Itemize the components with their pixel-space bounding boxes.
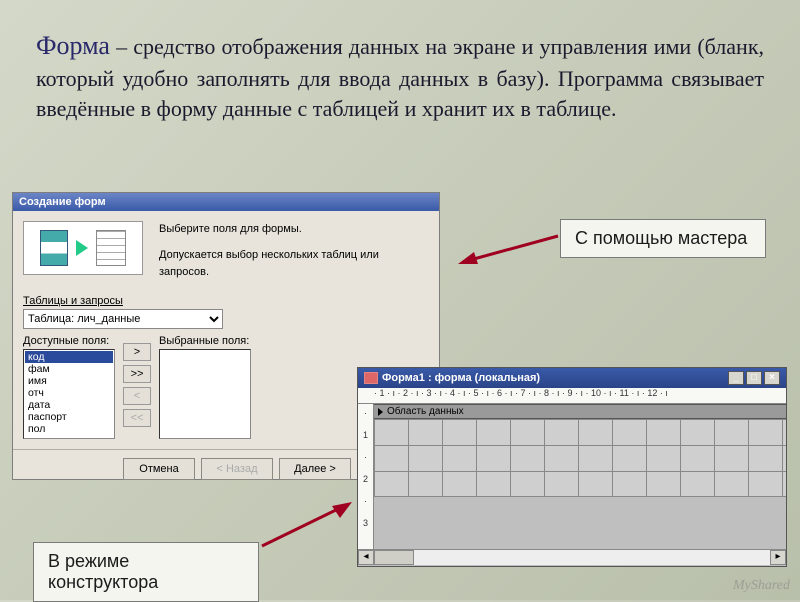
designer-title: Форма1 : форма (локальная) [382,372,540,384]
wizard-illustration [23,221,143,275]
ruler-tick: · [364,496,367,506]
section-header-label: Область данных [387,406,464,417]
form-icon [364,372,378,384]
cancel-button[interactable]: Отмена [123,458,195,480]
ruler-tick: · [364,408,367,418]
tables-queries-select[interactable]: Таблица: лич_данные [23,309,223,329]
scroll-right-button[interactable]: ▸ [770,550,786,565]
tables-queries-label: Таблицы и запросы [23,295,429,307]
available-fields-label: Доступные поля: [23,335,115,347]
definition-dash: – [110,34,133,59]
callout-designer: В режиме конструктора [33,542,259,602]
ruler-tick: 1 [363,430,368,440]
selected-fields-label: Выбранные поля: [159,335,429,347]
back-button[interactable]: < Назад [201,458,273,480]
wizard-titlebar[interactable]: Создание форм [13,193,439,211]
arrow-designer [260,500,360,548]
remove-all-fields-button[interactable]: << [123,409,151,427]
illustration-arrow-icon [76,240,88,256]
design-canvas[interactable]: Область данных [374,404,786,549]
close-button[interactable]: × [764,371,780,385]
illustration-table-icon [40,230,68,266]
ruler-tick: · [364,452,367,462]
wizard-prompt-1: Выберите поля для формы. [159,221,429,239]
remove-field-button[interactable]: < [123,387,151,405]
available-fields-list[interactable]: код фам имя отч дата паспорт пол адрес т… [23,349,115,439]
wizard-prompt-2: Допускается выбор нескольких таблиц или … [159,247,429,282]
selected-fields-list[interactable] [159,349,251,439]
list-item[interactable]: фам [25,363,113,375]
list-item[interactable]: адрес [25,435,113,439]
ruler-tick: 3 [363,518,368,528]
section-marker-icon [378,408,383,416]
list-item[interactable]: дата [25,399,113,411]
minimize-button[interactable]: _ [728,371,744,385]
add-field-button[interactable]: > [123,343,151,361]
next-button[interactable]: Далее > [279,458,351,480]
maximize-button[interactable]: □ [746,371,762,385]
designer-titlebar[interactable]: Форма1 : форма (локальная) _ □ × [358,368,786,388]
definition-term: Форма [36,31,110,60]
list-item[interactable]: паспорт [25,411,113,423]
horizontal-ruler: · 1 · ı · 2 · ı · 3 · ı · 4 · ı · 5 · ı … [358,388,786,404]
callout-wizard: С помощью мастера [560,219,766,258]
wizard-title: Создание форм [19,196,106,208]
scroll-track[interactable] [374,550,770,565]
list-item[interactable]: пол [25,423,113,435]
definition-paragraph: Форма – средство отображения данных на э… [36,28,764,125]
list-item[interactable]: код [25,351,113,363]
form-designer-window: Форма1 : форма (локальная) _ □ × · 1 · ı… [357,367,787,567]
ruler-tick: 2 [363,474,368,484]
scroll-thumb[interactable] [374,550,414,565]
arrow-wizard [450,230,560,270]
definition-body: средство отображения данных на экране и … [36,34,764,121]
detail-section-grid[interactable] [374,419,786,497]
detail-section-header[interactable]: Область данных [374,404,786,419]
callout-wizard-text: С помощью мастера [575,228,747,248]
horizontal-scrollbar[interactable]: ◂ ▸ [358,549,786,565]
add-all-fields-button[interactable]: >> [123,365,151,383]
watermark: MyShared [733,578,790,594]
callout-designer-text: В режиме конструктора [48,551,158,592]
vertical-ruler: · 1 · 2 · 3 [358,404,374,549]
list-item[interactable]: имя [25,375,113,387]
list-item[interactable]: отч [25,387,113,399]
illustration-form-icon [96,230,126,266]
scroll-left-button[interactable]: ◂ [358,550,374,565]
